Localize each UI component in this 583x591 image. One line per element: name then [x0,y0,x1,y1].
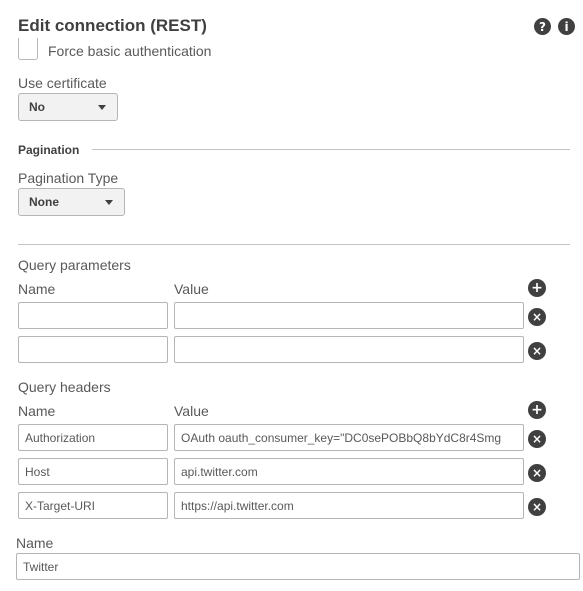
query-header-name-input[interactable]: Authorization [18,424,168,451]
query-header-value-input[interactable]: api.twitter.com [174,458,524,485]
query-headers-value-header: Value [174,403,209,419]
connection-name-text: Twitter [23,559,59,574]
query-header-value-text: https://api.twitter.com [181,498,294,513]
pagination-section-title: Pagination [18,143,80,157]
dialog-title: Edit connection (REST) [18,16,207,35]
query-header-value-text: api.twitter.com [181,464,258,479]
add-query-parameter-icon[interactable]: + [528,279,546,297]
add-query-header-icon[interactable]: + [528,401,546,419]
force-basic-auth-label: Force basic authentication [48,43,212,59]
query-parameter-value-input[interactable] [174,302,524,329]
help-icon[interactable]: ? [534,18,551,35]
info-icon[interactable]: i [558,18,575,35]
use-certificate-value: No [29,100,45,114]
pagination-type-value: None [29,195,59,209]
remove-query-header-icon[interactable]: × [528,464,546,482]
query-headers-name-header: Name [18,403,56,419]
query-header-name-text: Host [25,464,50,479]
query-headers-title: Query headers [18,379,111,395]
use-certificate-select[interactable]: No [18,93,118,121]
query-header-name-input[interactable]: X-Target-URI [18,492,168,519]
remove-query-parameter-icon[interactable]: × [528,342,546,360]
remove-query-header-icon[interactable]: × [528,430,546,448]
query-parameter-name-input[interactable] [18,302,168,329]
pagination-type-select[interactable]: None [18,188,125,216]
use-certificate-label: Use certificate [18,75,107,91]
pagination-type-label: Pagination Type [18,170,119,186]
connection-name-label: Name [16,535,54,551]
query-header-name-input[interactable]: Host [18,458,168,485]
query-parameter-name-input[interactable] [18,336,168,363]
query-parameter-value-input[interactable] [174,336,524,363]
section-divider [18,244,570,245]
chevron-down-icon [105,200,113,205]
query-header-value-input[interactable]: https://api.twitter.com [174,492,524,519]
query-header-value-text: OAuth oauth_consumer_key="DC0sePOBbQ8bYd… [181,430,502,445]
query-header-name-text: X-Target-URI [25,498,96,513]
query-parameters-title: Query parameters [18,257,131,273]
query-header-name-text: Authorization [25,430,96,445]
chevron-down-icon [98,105,106,110]
connection-name-input[interactable]: Twitter [16,553,580,580]
query-parameters-name-header: Name [18,281,56,297]
query-header-value-input[interactable]: OAuth oauth_consumer_key="DC0sePOBbQ8bYd… [174,424,524,451]
force-basic-auth-checkbox[interactable] [18,38,38,60]
remove-query-header-icon[interactable]: × [528,498,546,516]
remove-query-parameter-icon[interactable]: × [528,308,546,326]
query-parameters-value-header: Value [174,281,209,297]
pagination-divider [92,149,570,150]
